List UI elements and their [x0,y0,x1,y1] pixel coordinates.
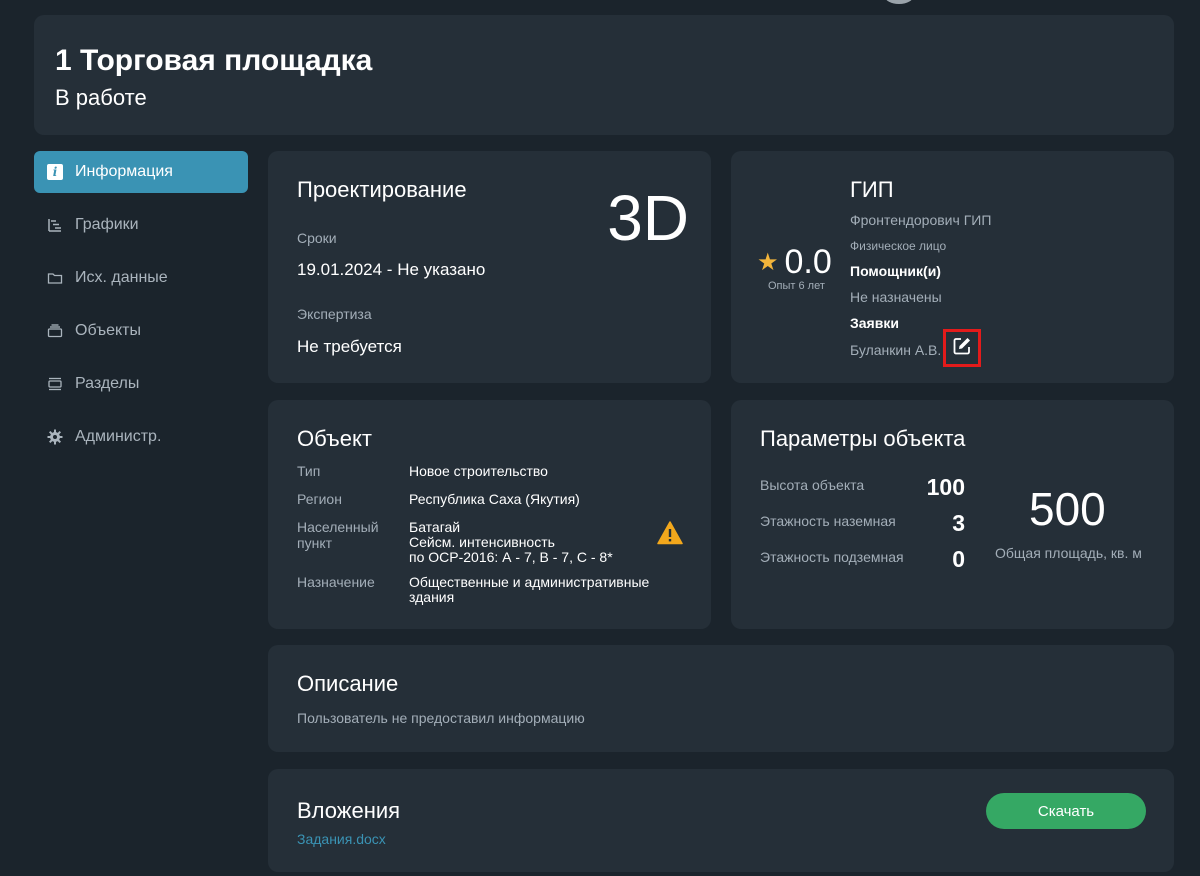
deadline-value: 19.01.2024 - Не указано [297,260,486,279]
type-label: Тип [297,463,321,479]
gip-experience: Опыт 6 лет [768,280,825,292]
sidebar-item-label: Исх. данные [75,269,168,286]
floors-above-value: 3 [952,510,965,536]
seismic-line: Сейсм. интенсивность [409,534,555,550]
sidebar-item-label: Разделы [75,375,140,392]
edit-icon [952,336,972,361]
sidebar-item-label: Администр. [75,428,162,445]
sidebar-item-label: Объекты [75,322,141,339]
purpose-value: Общественные и административные здания [409,575,649,605]
sidebar-item-admin[interactable]: Администр. [34,416,248,458]
assistants-label: Помощник(и) [850,263,941,279]
gip-person-type: Физическое лицо [850,239,947,253]
purpose-label: Назначение [297,574,375,590]
purpose-line: здания [409,589,455,605]
height-value: 100 [926,474,965,500]
sections-icon [47,376,63,392]
project-3d-badge: 3D [607,182,689,254]
floors-below-label: Этажность подземная [760,549,904,565]
expertise-label: Экспертиза [297,306,372,322]
attachments-title: Вложения [297,798,401,823]
sidebar-item-info[interactable]: i Информация [34,151,248,193]
area-label: Общая площадь, кв. м [995,545,1142,561]
height-label: Высота объекта [760,477,865,493]
params-title: Параметры объекта [760,426,966,451]
sidebar-item-charts[interactable]: Графики [34,204,248,246]
settlement-label-line: пункт [297,535,333,551]
settlement-label-line: Населенный [297,519,379,535]
download-button[interactable]: Скачать [986,793,1146,829]
type-value: Новое строительство [409,463,548,479]
object-title: Объект [297,426,372,451]
region-value: Республика Саха (Якутия) [409,491,580,507]
sidebar-item-source-data[interactable]: Исх. данные [34,257,248,299]
requests-value: Буланкин А.В. [850,342,942,358]
sidebar-item-label: Графики [75,216,139,233]
sidebar-item-sections[interactable]: Разделы [34,363,248,405]
user-avatar[interactable] [884,0,914,4]
assistants-value: Не назначены [850,289,942,305]
project-card: Проектирование 3D Сроки 19.01.2024 - Не … [268,151,711,383]
settlement-value: Батагай Сейсм. интенсивность по ОСР-2016… [409,520,613,565]
page-header: 1 Торговая площадка В работе [34,15,1174,135]
floors-below-value: 0 [952,546,965,572]
page-title: 1 Торговая площадка [55,44,373,77]
deadline-label: Сроки [297,230,337,246]
seismic-line: по ОСР-2016: А - 7, В - 7, С - 8* [409,549,613,565]
sidebar-item-objects[interactable]: Объекты [34,310,248,352]
gip-rating: ★ 0.0 [757,243,832,282]
requests-label: Заявки [850,315,899,331]
star-icon: ★ [757,249,779,276]
purpose-line: Общественные и административные [409,574,650,590]
gear-icon [47,429,63,445]
edit-request-button[interactable] [943,329,981,367]
layers-icon [47,323,63,339]
attachments-card: Вложения Задания.docx Скачать [268,769,1174,872]
expertise-value: Не требуется [297,337,402,356]
warning-icon[interactable] [657,521,683,550]
gip-title: ГИП [850,177,894,202]
description-card: Описание Пользователь не предоставил инф… [268,645,1174,752]
gip-card: ★ 0.0 Опыт 6 лет ГИП Фронтендорович ГИП … [731,151,1174,383]
settlement-label: Населенный пункт [297,519,379,551]
area-value: 500 [1029,483,1106,535]
region-label: Регион [297,491,342,507]
floors-above-label: Этажность наземная [760,513,896,529]
object-card: Объект Тип Новое строительство Регион Ре… [268,400,711,629]
project-title: Проектирование [297,177,467,202]
description-title: Описание [297,671,399,696]
attachment-file-link[interactable]: Задания.docx [297,831,386,847]
settlement-name: Батагай [409,519,461,535]
sidebar: i Информация Графики Исх. данные Объекты… [34,151,248,469]
project-status: В работе [55,85,147,110]
description-text: Пользователь не предоставил информацию [297,710,585,726]
gip-name[interactable]: Фронтендорович ГИП [850,212,991,228]
info-icon: i [47,164,63,180]
gantt-icon [47,217,63,233]
folder-icon [47,270,63,286]
sidebar-item-label: Информация [75,163,173,180]
rating-value: 0.0 [784,243,832,281]
object-params-card: Параметры объекта Высота объекта 100 Эта… [731,400,1174,629]
